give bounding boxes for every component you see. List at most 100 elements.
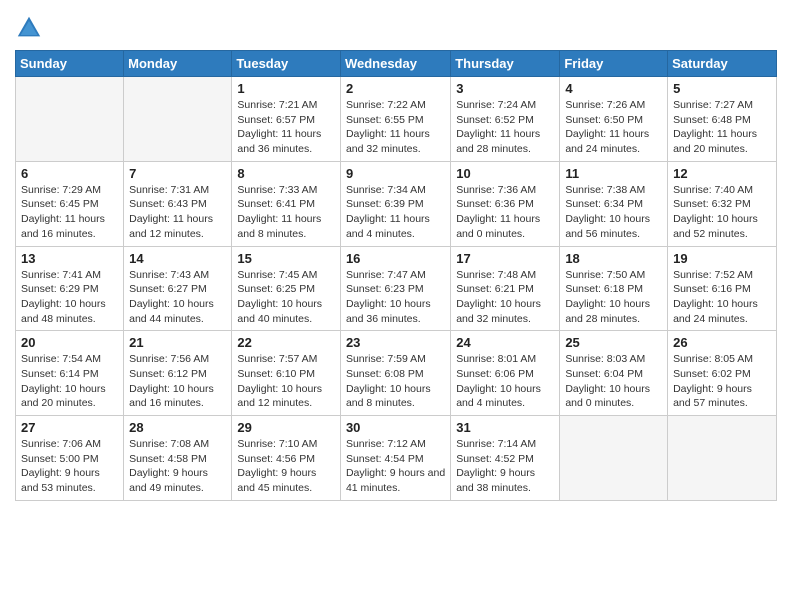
week-row-3: 13 Sunrise: 7:41 AM Sunset: 6:29 PM Dayli… (16, 246, 777, 331)
day-number: 7 (129, 166, 226, 181)
calendar-cell-week4-day3: 22 Sunrise: 7:57 AM Sunset: 6:10 PM Dayli… (232, 331, 341, 416)
calendar-cell-week4-day5: 24 Sunrise: 8:01 AM Sunset: 6:06 PM Dayli… (451, 331, 560, 416)
calendar-cell-week2-day4: 9Sunrise: 7:34 AM Sunset: 6:39 PM Daylig… (340, 161, 450, 246)
day-number: 6 (21, 166, 118, 181)
calendar-cell-week1-day6: 4Sunrise: 7:26 AM Sunset: 6:50 PM Daylig… (560, 77, 668, 162)
calendar-cell-week3-day2: 14 Sunrise: 7:43 AM Sunset: 6:27 PM Dayli… (124, 246, 232, 331)
day-info: Sunrise: 7:47 AM Sunset: 6:23 PM Dayligh… (346, 268, 445, 327)
day-info: Sunrise: 7:26 AM Sunset: 6:50 PM Dayligh… (565, 98, 662, 157)
calendar-cell-week2-day2: 7 Sunrise: 7:31 AM Sunset: 6:43 PM Daylig… (124, 161, 232, 246)
day-info: Sunrise: 7:14 AM Sunset: 4:52 PM Dayligh… (456, 437, 554, 496)
weekday-header-thursday: Thursday (451, 51, 560, 77)
day-info: Sunrise: 7:57 AM Sunset: 6:10 PM Dayligh… (237, 352, 335, 411)
calendar-cell-week4-day7: 26 Sunrise: 8:05 AM Sunset: 6:02 PM Dayli… (668, 331, 777, 416)
day-info: Sunrise: 7:12 AM Sunset: 4:54 PM Dayligh… (346, 437, 445, 496)
day-number: 13 (21, 251, 118, 266)
day-number: 16 (346, 251, 445, 266)
calendar-cell-week3-day4: 16 Sunrise: 7:47 AM Sunset: 6:23 PM Dayli… (340, 246, 450, 331)
day-info: Sunrise: 7:06 AM Sunset: 5:00 PM Dayligh… (21, 437, 118, 496)
calendar-cell-week3-day3: 15 Sunrise: 7:45 AM Sunset: 6:25 PM Dayli… (232, 246, 341, 331)
day-info: Sunrise: 7:24 AM Sunset: 6:52 PM Dayligh… (456, 98, 554, 157)
calendar-cell-week5-day6 (560, 416, 668, 501)
calendar-cell-week4-day6: 25Sunrise: 8:03 AM Sunset: 6:04 PM Dayli… (560, 331, 668, 416)
day-info: Sunrise: 7:56 AM Sunset: 6:12 PM Dayligh… (129, 352, 226, 411)
day-info: Sunrise: 7:27 AM Sunset: 6:48 PM Dayligh… (673, 98, 771, 157)
weekday-header-saturday: Saturday (668, 51, 777, 77)
day-info: Sunrise: 8:05 AM Sunset: 6:02 PM Dayligh… (673, 352, 771, 411)
day-info: Sunrise: 7:50 AM Sunset: 6:18 PM Dayligh… (565, 268, 662, 327)
week-row-2: 6 Sunrise: 7:29 AM Sunset: 6:45 PM Daylig… (16, 161, 777, 246)
day-number: 15 (237, 251, 335, 266)
calendar-cell-week5-day3: 29 Sunrise: 7:10 AM Sunset: 4:56 PM Dayli… (232, 416, 341, 501)
day-number: 3 (456, 81, 554, 96)
calendar-cell-week2-day1: 6 Sunrise: 7:29 AM Sunset: 6:45 PM Daylig… (16, 161, 124, 246)
day-info: Sunrise: 7:10 AM Sunset: 4:56 PM Dayligh… (237, 437, 335, 496)
calendar-cell-week2-day5: 10 Sunrise: 7:36 AM Sunset: 6:36 PM Dayli… (451, 161, 560, 246)
day-info: Sunrise: 7:41 AM Sunset: 6:29 PM Dayligh… (21, 268, 118, 327)
day-info: Sunrise: 7:21 AM Sunset: 6:57 PM Dayligh… (237, 98, 335, 157)
calendar-cell-week2-day6: 11 Sunrise: 7:38 AM Sunset: 6:34 PM Dayli… (560, 161, 668, 246)
calendar-cell-week3-day6: 18 Sunrise: 7:50 AM Sunset: 6:18 PM Dayli… (560, 246, 668, 331)
day-info: Sunrise: 7:29 AM Sunset: 6:45 PM Dayligh… (21, 183, 118, 242)
header (15, 10, 777, 42)
day-number: 14 (129, 251, 226, 266)
day-number: 20 (21, 335, 118, 350)
day-number: 28 (129, 420, 226, 435)
day-number: 17 (456, 251, 554, 266)
weekday-header-wednesday: Wednesday (340, 51, 450, 77)
calendar-cell-week5-day1: 27Sunrise: 7:06 AM Sunset: 5:00 PM Dayli… (16, 416, 124, 501)
day-info: Sunrise: 7:38 AM Sunset: 6:34 PM Dayligh… (565, 183, 662, 242)
page: SundayMondayTuesdayWednesdayThursdayFrid… (0, 0, 792, 612)
weekday-header-row: SundayMondayTuesdayWednesdayThursdayFrid… (16, 51, 777, 77)
day-number: 2 (346, 81, 445, 96)
day-number: 24 (456, 335, 554, 350)
day-info: Sunrise: 7:08 AM Sunset: 4:58 PM Dayligh… (129, 437, 226, 496)
day-number: 31 (456, 420, 554, 435)
day-number: 9 (346, 166, 445, 181)
day-number: 8 (237, 166, 335, 181)
weekday-header-monday: Monday (124, 51, 232, 77)
weekday-header-friday: Friday (560, 51, 668, 77)
day-info: Sunrise: 7:40 AM Sunset: 6:32 PM Dayligh… (673, 183, 771, 242)
calendar-cell-week3-day5: 17 Sunrise: 7:48 AM Sunset: 6:21 PM Dayli… (451, 246, 560, 331)
calendar-cell-week1-day5: 3 Sunrise: 7:24 AM Sunset: 6:52 PM Daylig… (451, 77, 560, 162)
day-info: Sunrise: 7:33 AM Sunset: 6:41 PM Dayligh… (237, 183, 335, 242)
week-row-1: 1 Sunrise: 7:21 AM Sunset: 6:57 PM Daylig… (16, 77, 777, 162)
calendar-cell-week1-day3: 1 Sunrise: 7:21 AM Sunset: 6:57 PM Daylig… (232, 77, 341, 162)
calendar-cell-week3-day7: 19 Sunrise: 7:52 AM Sunset: 6:16 PM Dayli… (668, 246, 777, 331)
calendar-cell-week1-day1 (16, 77, 124, 162)
day-number: 10 (456, 166, 554, 181)
day-info: Sunrise: 8:03 AM Sunset: 6:04 PM Dayligh… (565, 352, 662, 411)
day-number: 22 (237, 335, 335, 350)
calendar-cell-week5-day5: 31 Sunrise: 7:14 AM Sunset: 4:52 PM Dayli… (451, 416, 560, 501)
day-number: 12 (673, 166, 771, 181)
day-info: Sunrise: 7:48 AM Sunset: 6:21 PM Dayligh… (456, 268, 554, 327)
calendar-cell-week5-day4: 30 Sunrise: 7:12 AM Sunset: 4:54 PM Dayli… (340, 416, 450, 501)
day-number: 19 (673, 251, 771, 266)
day-number: 1 (237, 81, 335, 96)
calendar-cell-week1-day2 (124, 77, 232, 162)
calendar-cell-week4-day2: 21Sunrise: 7:56 AM Sunset: 6:12 PM Dayli… (124, 331, 232, 416)
calendar-cell-week3-day1: 13 Sunrise: 7:41 AM Sunset: 6:29 PM Dayli… (16, 246, 124, 331)
day-info: Sunrise: 7:52 AM Sunset: 6:16 PM Dayligh… (673, 268, 771, 327)
day-info: Sunrise: 7:54 AM Sunset: 6:14 PM Dayligh… (21, 352, 118, 411)
calendar-cell-week1-day4: 2Sunrise: 7:22 AM Sunset: 6:55 PM Daylig… (340, 77, 450, 162)
day-info: Sunrise: 7:43 AM Sunset: 6:27 PM Dayligh… (129, 268, 226, 327)
day-info: Sunrise: 8:01 AM Sunset: 6:06 PM Dayligh… (456, 352, 554, 411)
day-info: Sunrise: 7:59 AM Sunset: 6:08 PM Dayligh… (346, 352, 445, 411)
calendar-cell-week2-day3: 8 Sunrise: 7:33 AM Sunset: 6:41 PM Daylig… (232, 161, 341, 246)
calendar-cell-week2-day7: 12 Sunrise: 7:40 AM Sunset: 6:32 PM Dayli… (668, 161, 777, 246)
day-number: 30 (346, 420, 445, 435)
calendar: SundayMondayTuesdayWednesdayThursdayFrid… (15, 50, 777, 501)
day-info: Sunrise: 7:36 AM Sunset: 6:36 PM Dayligh… (456, 183, 554, 242)
day-info: Sunrise: 7:45 AM Sunset: 6:25 PM Dayligh… (237, 268, 335, 327)
day-number: 18 (565, 251, 662, 266)
weekday-header-tuesday: Tuesday (232, 51, 341, 77)
day-number: 26 (673, 335, 771, 350)
day-number: 29 (237, 420, 335, 435)
day-number: 11 (565, 166, 662, 181)
day-info: Sunrise: 7:31 AM Sunset: 6:43 PM Dayligh… (129, 183, 226, 242)
week-row-5: 27Sunrise: 7:06 AM Sunset: 5:00 PM Dayli… (16, 416, 777, 501)
calendar-cell-week5-day7 (668, 416, 777, 501)
calendar-cell-week1-day7: 5Sunrise: 7:27 AM Sunset: 6:48 PM Daylig… (668, 77, 777, 162)
